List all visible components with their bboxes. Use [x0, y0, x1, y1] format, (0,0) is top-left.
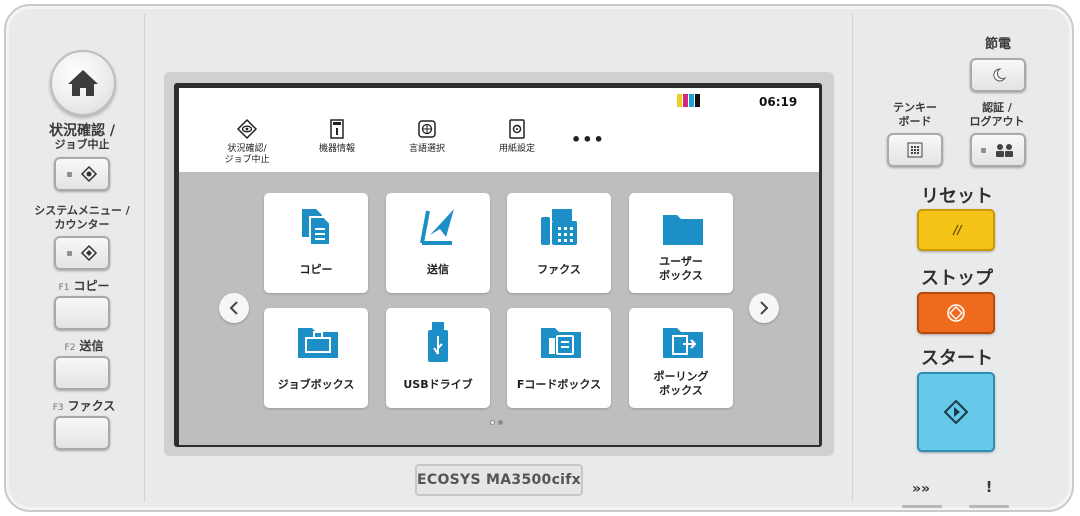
attention-indicator-led — [969, 505, 1009, 508]
reset-button[interactable] — [917, 209, 995, 251]
f1-copy-button[interactable] — [54, 296, 110, 330]
system-menu-icon — [80, 244, 97, 262]
stop-icon — [947, 304, 965, 322]
user-box-folder-icon — [663, 215, 703, 245]
f2-label: F2 送信 — [64, 339, 104, 353]
toner-bar — [683, 94, 688, 107]
attention-indicator-icon: ! — [985, 478, 993, 496]
auth-logout-label: 認証 / ログアウト — [969, 101, 1025, 128]
page-indicator — [490, 420, 503, 425]
prev-page-arrow[interactable] — [219, 293, 249, 323]
chevron-right-icon — [760, 301, 769, 315]
quick-status-job-cancel[interactable]: 状況確認/ ジョブ中止 — [211, 118, 283, 166]
f1-label: F1 コピー — [58, 279, 110, 293]
status-eye-icon — [236, 118, 258, 140]
reset-label: リセット — [921, 186, 993, 207]
tile-fax[interactable]: ファクス — [507, 193, 611, 293]
processing-indicator-led — [902, 505, 942, 508]
status-diamond-icon — [80, 165, 97, 183]
processing-indicator-icon: »» — [911, 481, 931, 497]
quick-language-select[interactable]: 言語選択 — [391, 118, 463, 155]
toner-bar — [695, 94, 700, 107]
numeric-keypad-button[interactable] — [887, 133, 943, 167]
status-job-cancel-button[interactable] — [54, 157, 110, 191]
device-info-icon — [330, 119, 344, 139]
send-icon — [420, 209, 454, 245]
home-button[interactable] — [50, 50, 116, 116]
quick-device-info[interactable]: 機器情報 — [301, 118, 373, 155]
status-bar: 06:19 状況確認/ ジョブ中止 機器情報 言語選択 用紙設定 ••• — [179, 88, 819, 172]
power-saver-button[interactable] — [970, 58, 1026, 92]
page-dot — [490, 420, 495, 425]
system-menu-counter-button[interactable] — [54, 236, 110, 270]
keypad-icon — [907, 142, 923, 158]
toner-level-indicator — [677, 94, 700, 107]
fcode-box-icon — [541, 328, 581, 358]
f3-label: F3 ファクス — [52, 399, 116, 413]
chevron-left-icon — [229, 301, 238, 315]
power-saver-label: 節電 — [984, 37, 1011, 52]
auth-logout-button[interactable] — [970, 133, 1026, 167]
start-icon — [943, 399, 969, 425]
clock: 06:19 — [759, 95, 798, 109]
stop-label: ストップ — [921, 268, 993, 289]
language-icon — [418, 120, 436, 138]
home-icon — [68, 70, 98, 96]
system-menu-counter-label: システムメニュー / カウンター — [34, 204, 130, 231]
tile-usb-drive[interactable]: USBドライブ — [386, 308, 490, 408]
tile-send[interactable]: 送信 — [386, 193, 490, 293]
tile-job-box[interactable]: ジョブボックス — [264, 308, 368, 408]
users-icon — [995, 144, 1013, 157]
polling-box-icon — [663, 328, 703, 358]
f2-send-button[interactable] — [54, 356, 110, 390]
fax-icon — [541, 209, 577, 245]
stop-button[interactable] — [917, 292, 995, 334]
start-label: スタート — [921, 348, 993, 369]
more-button[interactable]: ••• — [571, 130, 605, 149]
paper-settings-icon — [509, 119, 525, 139]
toner-bar — [689, 94, 694, 107]
toner-bar — [677, 94, 682, 107]
job-box-icon — [298, 328, 338, 358]
reset-icon — [952, 224, 963, 236]
tile-polling-box[interactable]: ポーリング ボックス — [629, 308, 733, 408]
tile-copy[interactable]: コピー — [264, 193, 368, 293]
tile-user-box[interactable]: ユーザー ボックス — [629, 193, 733, 293]
page-dot — [498, 420, 503, 425]
touch-display: 06:19 状況確認/ ジョブ中止 機器情報 言語選択 用紙設定 ••• コピー… — [179, 88, 819, 445]
start-button[interactable] — [917, 372, 995, 452]
numeric-keypad-label: テンキー ボード — [893, 101, 937, 128]
tile-fcode-box[interactable]: Fコードボックス — [507, 308, 611, 408]
next-page-arrow[interactable] — [749, 293, 779, 323]
copy-icon — [302, 209, 331, 246]
status-job-cancel-label: 状況確認 / ジョブ中止 — [49, 123, 115, 151]
quick-paper-settings[interactable]: 用紙設定 — [481, 118, 553, 155]
moon-icon — [993, 68, 1007, 82]
f3-fax-button[interactable] — [54, 416, 110, 450]
usb-icon — [428, 322, 448, 362]
model-name-plate: ECOSYS MA3500cifx — [415, 464, 583, 496]
